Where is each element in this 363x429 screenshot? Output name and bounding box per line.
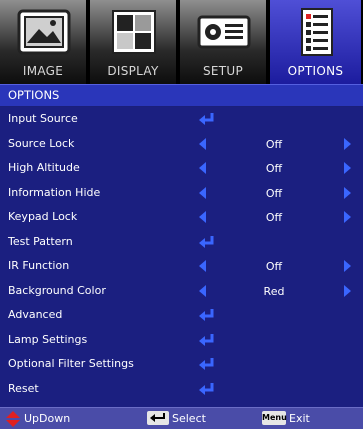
menu-item-label: Lamp Settings <box>8 332 88 346</box>
menu-item[interactable]: Advanced <box>0 304 363 328</box>
menu-item-label: Background Color <box>8 283 106 297</box>
left-arrow-icon[interactable] <box>199 284 206 297</box>
tab-setup[interactable]: SETUP <box>180 0 268 84</box>
right-arrow-icon[interactable] <box>344 284 351 297</box>
menu-item[interactable]: High Altitude Off <box>0 157 363 181</box>
setting-value: Red <box>263 284 285 298</box>
left-arrow-icon[interactable] <box>199 137 206 150</box>
menu-item-label: Input Source <box>8 112 78 125</box>
setting-value: Off <box>265 137 283 151</box>
tab-label: DISPLAY <box>107 64 159 78</box>
enter-icon[interactable] <box>198 332 216 348</box>
setting-value: Off <box>265 260 283 273</box>
menu-item-label: Test Pattern <box>8 234 73 248</box>
menu-key-icon: Menu <box>262 411 287 425</box>
left-arrow-icon[interactable] <box>199 211 206 223</box>
page-title: OPTIONS <box>8 88 60 102</box>
menu-item[interactable]: Lamp Settings <box>0 329 363 353</box>
left-arrow-icon[interactable] <box>199 186 206 199</box>
setting-value: Off <box>265 186 283 200</box>
help-bar: UpDown Select Menu Exit <box>0 407 363 429</box>
tab-label: IMAGE <box>22 64 64 78</box>
menu-item[interactable]: Test Pattern <box>0 231 363 255</box>
menu-item[interactable]: Keypad Lock Off <box>0 206 363 230</box>
menu-header: OPTIONS <box>0 84 363 106</box>
left-arrow-icon[interactable] <box>199 260 206 272</box>
tab-options[interactable]: OPTIONS <box>270 0 363 84</box>
enter-icon[interactable] <box>198 356 216 372</box>
menu-item[interactable]: Background Color Red <box>0 280 363 304</box>
enter-icon[interactable] <box>198 234 216 250</box>
setting-value: Off <box>265 162 283 175</box>
setting-value: Off <box>265 211 283 224</box>
enter-icon[interactable] <box>198 381 216 397</box>
right-arrow-icon[interactable] <box>344 162 351 174</box>
menu-item-label: Optional Filter Settings <box>8 357 134 370</box>
projector-icon <box>197 15 251 49</box>
enter-icon[interactable] <box>198 307 216 323</box>
right-arrow-icon[interactable] <box>344 186 351 199</box>
enter-icon[interactable] <box>198 111 216 127</box>
updown-label: UpDown <box>24 412 71 425</box>
tab-display[interactable]: DISPLAY <box>90 0 178 84</box>
right-arrow-icon[interactable] <box>344 211 351 223</box>
projector-osd-menu: IMAGE DISPLAY SETUP OPTIONS OPTIONS Inpu… <box>0 0 363 429</box>
right-arrow-icon[interactable] <box>344 260 351 272</box>
tab-image[interactable]: IMAGE <box>0 0 88 84</box>
display-icon <box>112 10 156 54</box>
menu-item[interactable]: Optional Filter Settings <box>0 353 363 377</box>
menu-item-label: Advanced <box>8 308 63 321</box>
menu-item-label: Information Hide <box>8 185 101 199</box>
menu-item-label: High Altitude <box>8 161 80 174</box>
menu-item[interactable]: Input Source <box>0 108 363 132</box>
options-menu-list: Input Source Source Lock Off High Altitude O… <box>0 107 363 407</box>
menu-item-label: Source Lock <box>8 136 75 150</box>
image-icon <box>17 9 71 55</box>
menu-item[interactable]: Source Lock Off <box>0 133 363 157</box>
tab-label: SETUP <box>202 64 244 78</box>
select-label: Select <box>172 412 206 425</box>
menu-item-label: IR Function <box>8 259 70 272</box>
menu-item-label: Reset <box>8 381 39 395</box>
enter-key-icon <box>147 411 169 425</box>
tab-label: OPTIONS <box>287 64 344 78</box>
exit-label: Exit <box>289 412 310 425</box>
menu-item-label: Keypad Lock <box>8 210 78 223</box>
updown-icon <box>6 411 20 427</box>
menu-item[interactable]: Reset <box>0 378 363 402</box>
menu-item[interactable]: Information Hide Off <box>0 182 363 206</box>
left-arrow-icon[interactable] <box>199 162 206 174</box>
right-arrow-icon[interactable] <box>344 137 351 150</box>
menu-item[interactable]: IR Function Off <box>0 255 363 279</box>
options-icon <box>301 8 333 56</box>
tab-bar: IMAGE DISPLAY SETUP OPTIONS <box>0 0 363 84</box>
